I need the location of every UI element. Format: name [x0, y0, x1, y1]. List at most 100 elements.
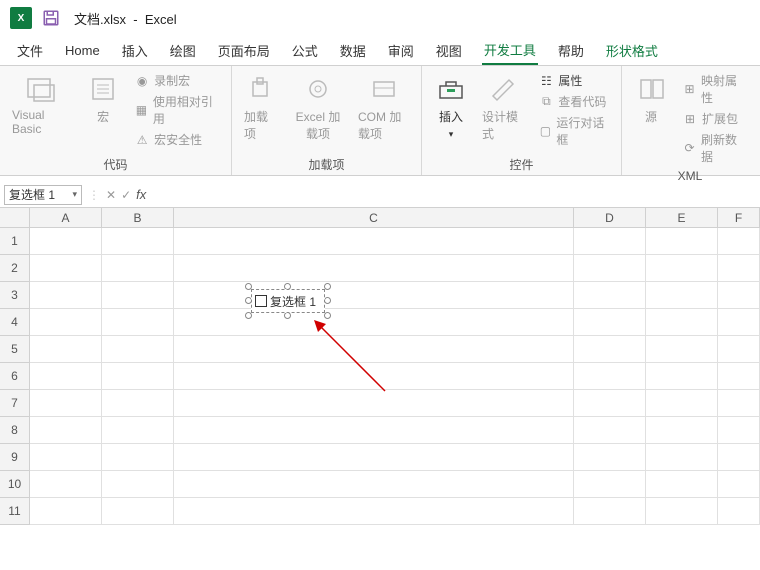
cell[interactable] [174, 255, 574, 282]
tab-review[interactable]: 审阅 [386, 37, 416, 64]
cell[interactable] [102, 498, 174, 525]
cell[interactable] [718, 417, 760, 444]
cell[interactable] [102, 336, 174, 363]
cell[interactable] [646, 255, 718, 282]
xml-source-button[interactable]: 源 [630, 70, 672, 129]
cell[interactable] [102, 363, 174, 390]
row-header[interactable]: 9 [0, 444, 30, 471]
cell[interactable] [646, 309, 718, 336]
cell[interactable] [174, 309, 574, 336]
properties-button[interactable]: ☷属性 [538, 72, 609, 89]
cell[interactable] [102, 444, 174, 471]
tab-help[interactable]: 帮助 [556, 37, 586, 64]
cell[interactable] [574, 309, 646, 336]
row-header[interactable]: 7 [0, 390, 30, 417]
expansion-pack-button[interactable]: ⊞扩展包 [682, 110, 746, 127]
tab-view[interactable]: 视图 [434, 37, 464, 64]
cell[interactable] [718, 282, 760, 309]
cell[interactable] [30, 417, 102, 444]
cell[interactable] [574, 255, 646, 282]
tab-formula[interactable]: 公式 [290, 37, 320, 64]
cell[interactable] [174, 471, 574, 498]
checkbox-form-control[interactable]: 复选框 1 [248, 286, 328, 316]
cell[interactable] [102, 228, 174, 255]
row-header[interactable]: 11 [0, 498, 30, 525]
save-icon[interactable] [42, 9, 60, 27]
cell[interactable] [174, 228, 574, 255]
row-header[interactable]: 1 [0, 228, 30, 255]
cell[interactable] [102, 282, 174, 309]
row-header[interactable]: 6 [0, 363, 30, 390]
tab-draw[interactable]: 绘图 [168, 37, 198, 64]
cell[interactable] [574, 363, 646, 390]
cell[interactable] [30, 471, 102, 498]
cell[interactable] [574, 282, 646, 309]
cell[interactable] [718, 336, 760, 363]
col-header[interactable]: B [102, 208, 174, 227]
cell[interactable] [646, 498, 718, 525]
cell[interactable] [646, 336, 718, 363]
tab-layout[interactable]: 页面布局 [216, 37, 272, 64]
design-mode-button[interactable]: 设计模式 [478, 70, 528, 146]
confirm-icon[interactable]: ✓ [121, 188, 131, 202]
row-header[interactable]: 8 [0, 417, 30, 444]
col-header[interactable]: F [718, 208, 760, 227]
cell[interactable] [174, 444, 574, 471]
cell[interactable] [30, 444, 102, 471]
cell[interactable] [30, 390, 102, 417]
cell[interactable] [30, 228, 102, 255]
cell[interactable] [718, 444, 760, 471]
cell[interactable] [574, 498, 646, 525]
refresh-data-button[interactable]: ⟳刷新数据 [682, 131, 746, 165]
col-header[interactable]: A [30, 208, 102, 227]
tab-data[interactable]: 数据 [338, 37, 368, 64]
cell[interactable] [174, 498, 574, 525]
row-header[interactable]: 5 [0, 336, 30, 363]
addins-button[interactable]: 加载项 [240, 70, 282, 146]
cancel-icon[interactable]: ✕ [106, 188, 116, 202]
cell[interactable] [574, 336, 646, 363]
row-header[interactable]: 2 [0, 255, 30, 282]
tab-insert[interactable]: 插入 [120, 37, 150, 64]
fx-icon[interactable]: fx [136, 187, 146, 202]
cell[interactable] [174, 336, 574, 363]
relative-references-button[interactable]: ▦使用相对引用 [134, 93, 219, 127]
col-header[interactable]: E [646, 208, 718, 227]
cell[interactable] [574, 228, 646, 255]
cell[interactable] [102, 309, 174, 336]
cell[interactable] [174, 417, 574, 444]
col-header[interactable]: C [174, 208, 574, 227]
cell[interactable] [718, 498, 760, 525]
cell[interactable] [574, 390, 646, 417]
cell[interactable] [174, 363, 574, 390]
cell[interactable] [718, 363, 760, 390]
cell[interactable] [30, 255, 102, 282]
cell[interactable] [574, 471, 646, 498]
macros-button[interactable]: 宏 [82, 70, 124, 129]
row-header[interactable]: 10 [0, 471, 30, 498]
cell[interactable] [574, 417, 646, 444]
run-dialog-button[interactable]: ▢运行对话框 [538, 114, 609, 148]
cell[interactable] [174, 282, 574, 309]
view-code-button[interactable]: ⧉查看代码 [538, 93, 609, 110]
cell[interactable] [718, 309, 760, 336]
record-macro-button[interactable]: ◉录制宏 [134, 72, 219, 89]
col-header[interactable]: D [574, 208, 646, 227]
cell[interactable] [30, 282, 102, 309]
cell[interactable] [718, 471, 760, 498]
cell[interactable] [102, 255, 174, 282]
tab-developer[interactable]: 开发工具 [482, 36, 538, 65]
select-all-corner[interactable] [0, 208, 30, 227]
tab-home[interactable]: Home [63, 39, 102, 62]
cell[interactable] [646, 363, 718, 390]
name-box[interactable]: 复选框 1 ▾ [4, 185, 82, 205]
cell[interactable] [102, 390, 174, 417]
cell[interactable] [102, 417, 174, 444]
cell[interactable] [574, 444, 646, 471]
row-header[interactable]: 4 [0, 309, 30, 336]
map-properties-button[interactable]: ⊞映射属性 [682, 72, 746, 106]
tab-shape-format[interactable]: 形状格式 [604, 37, 660, 64]
cell[interactable] [30, 309, 102, 336]
cell[interactable] [646, 444, 718, 471]
tab-file[interactable]: 文件 [15, 37, 45, 64]
